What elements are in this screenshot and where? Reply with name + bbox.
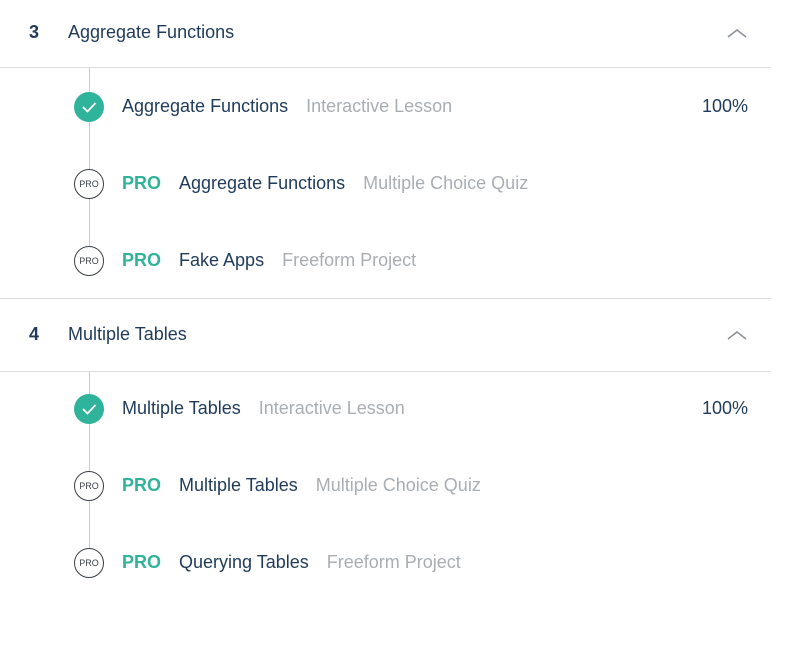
list-item[interactable]: PRO PRO Aggregate Functions Multiple Cho…	[0, 165, 771, 205]
chevron-up-icon[interactable]	[726, 324, 748, 346]
checkmark-icon	[82, 102, 97, 113]
item-type: Interactive Lesson	[258, 398, 405, 418]
pro-badge: PRO	[122, 250, 162, 270]
progress-percent: 100%	[702, 96, 749, 116]
pro-node-icon: PRO	[74, 246, 104, 276]
pro-badge: PRO	[122, 173, 162, 193]
complete-node	[74, 92, 104, 122]
section-title: Multiple Tables	[68, 324, 187, 344]
section-header-3[interactable]: 3 Aggregate Functions	[0, 0, 771, 68]
item-type: Freeform Project	[282, 250, 417, 270]
section-divider	[0, 298, 771, 299]
item-type: Multiple Choice Quiz	[363, 173, 529, 193]
list-item[interactable]: PRO PRO Multiple Tables Multiple Choice …	[0, 467, 771, 507]
checkmark-icon	[82, 404, 97, 415]
section-number: 4	[29, 324, 40, 344]
item-title[interactable]: Aggregate Functions	[122, 96, 288, 117]
pro-node-icon: PRO	[74, 548, 104, 578]
item-title[interactable]: Querying Tables	[179, 552, 309, 573]
pro-node-icon: PRO	[74, 471, 104, 501]
item-type: Freeform Project	[326, 552, 461, 572]
progress-percent: 100%	[702, 398, 749, 418]
item-type: Multiple Choice Quiz	[315, 475, 481, 495]
pro-badge: PRO	[122, 475, 162, 495]
item-title[interactable]: Fake Apps	[179, 250, 264, 271]
syllabus: 3 Aggregate Functions Aggregate Function…	[0, 0, 791, 645]
section-header-4[interactable]: 4 Multiple Tables	[0, 302, 771, 372]
pro-badge: PRO	[122, 552, 162, 572]
list-item[interactable]: Aggregate Functions Interactive Lesson 1…	[0, 88, 771, 128]
item-title[interactable]: Multiple Tables	[122, 398, 241, 419]
list-item[interactable]: Multiple Tables Interactive Lesson 100%	[0, 390, 771, 430]
chevron-up-icon[interactable]	[726, 22, 748, 44]
item-type: Interactive Lesson	[306, 96, 453, 116]
section-number: 3	[29, 22, 40, 42]
list-item[interactable]: PRO PRO Querying Tables Freeform Project	[0, 544, 771, 584]
item-title[interactable]: Multiple Tables	[179, 475, 298, 496]
item-title[interactable]: Aggregate Functions	[179, 173, 345, 194]
pro-node-icon: PRO	[74, 169, 104, 199]
section-title: Aggregate Functions	[68, 22, 235, 42]
complete-node	[74, 394, 104, 424]
list-item[interactable]: PRO PRO Fake Apps Freeform Project	[0, 242, 771, 282]
